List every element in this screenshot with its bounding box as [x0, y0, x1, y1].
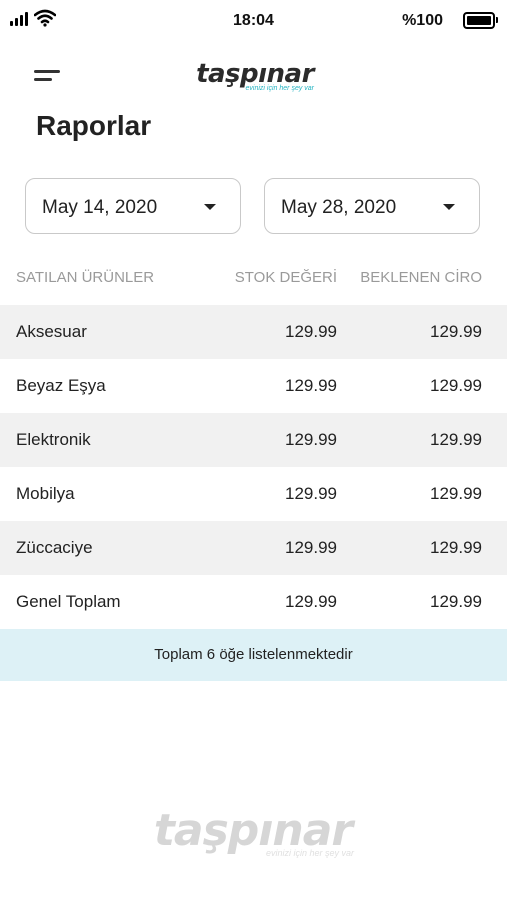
- table-row[interactable]: Beyaz Eşya 129.99 129.99: [0, 359, 507, 413]
- table-row[interactable]: Elektronik 129.99 129.99: [0, 413, 507, 467]
- logo-text: taşpınar: [196, 59, 314, 89]
- table-header: SATILAN ÜRÜNLER STOK DEĞERİ BEKLENEN CİR…: [0, 262, 507, 294]
- table-row[interactable]: Züccaciye 129.99 129.99: [0, 521, 507, 575]
- row-stock-value: 129.99: [285, 538, 337, 557]
- row-category: Züccaciye: [16, 538, 93, 557]
- row-expected-revenue: 129.99: [430, 484, 482, 503]
- row-stock-value: 129.99: [285, 430, 337, 449]
- column-header-expected-revenue: BEKLENEN CİRO: [360, 269, 482, 286]
- row-stock-value: 129.99: [285, 322, 337, 341]
- row-expected-revenue: 129.99: [430, 538, 482, 557]
- caret-down-icon: [204, 204, 216, 210]
- row-category: Beyaz Eşya: [16, 376, 106, 395]
- report-table: Aksesuar 129.99 129.99 Beyaz Eşya 129.99…: [0, 305, 507, 629]
- end-date-select[interactable]: May 28, 2020: [264, 178, 480, 234]
- row-stock-value: 129.99: [285, 376, 337, 395]
- table-summary: Toplam 6 öğe listelenmektedir: [0, 629, 507, 681]
- column-header-stock-value: STOK DEĞERİ: [234, 269, 337, 286]
- row-expected-revenue: 129.99: [430, 322, 482, 341]
- status-bar: 18:04 %100: [0, 0, 507, 42]
- row-category: Mobilya: [16, 484, 75, 503]
- start-date-select[interactable]: May 14, 2020: [25, 178, 241, 234]
- page-title: Raporlar: [36, 110, 152, 141]
- row-expected-revenue: 129.99: [430, 376, 482, 395]
- app-logo: taşpınar evinizi için her şey var: [190, 60, 320, 92]
- row-expected-revenue: 129.99: [430, 430, 482, 449]
- column-header-products: SATILAN ÜRÜNLER: [16, 269, 155, 286]
- table-row[interactable]: Aksesuar 129.99 129.99: [0, 305, 507, 359]
- row-expected-revenue: 129.99: [430, 592, 482, 611]
- battery-percentage: %100: [402, 12, 443, 29]
- row-category: Genel Toplam: [16, 592, 121, 611]
- table-row[interactable]: Mobilya 129.99 129.99: [0, 467, 507, 521]
- row-category: Aksesuar: [16, 322, 87, 341]
- end-date-value: May 28, 2020: [281, 197, 397, 218]
- start-date-value: May 14, 2020: [42, 197, 158, 218]
- battery-icon: [463, 12, 498, 29]
- row-category: Elektronik: [16, 430, 91, 449]
- row-stock-value: 129.99: [285, 592, 337, 611]
- caret-down-icon: [443, 204, 455, 210]
- row-stock-value: 129.99: [285, 484, 337, 503]
- table-row-total[interactable]: Genel Toplam 129.99 129.99: [0, 575, 507, 629]
- footer-watermark-logo: taşpınar evinizi için her şey var: [138, 808, 368, 859]
- hamburger-menu-icon[interactable]: [34, 68, 64, 88]
